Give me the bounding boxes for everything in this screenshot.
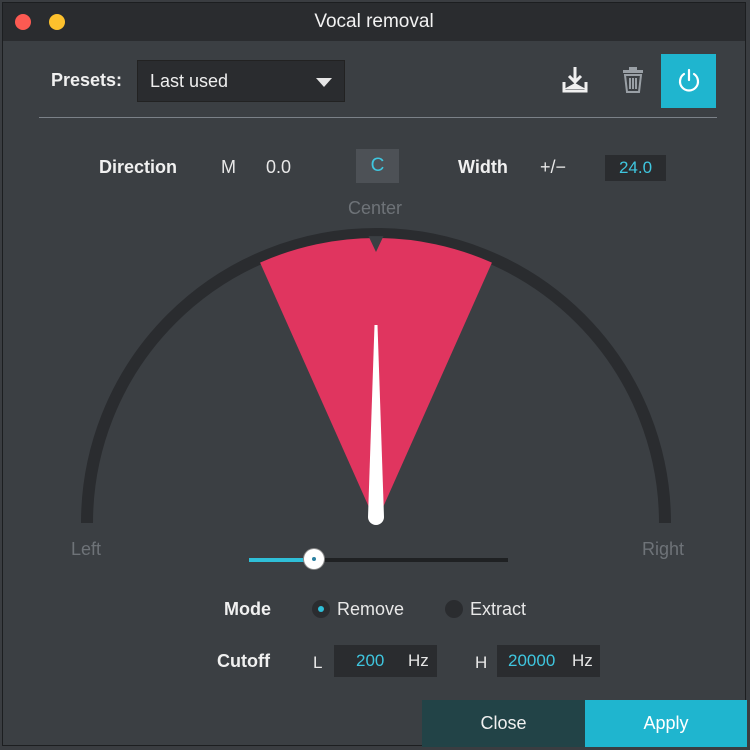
cutoff-low-unit: Hz xyxy=(408,651,429,670)
cutoff-high-prefix: H xyxy=(475,653,488,672)
close-button[interactable]: Close xyxy=(422,700,585,747)
mode-extract-radio[interactable] xyxy=(445,600,463,618)
mode-remove-label[interactable]: Remove xyxy=(337,599,404,620)
cutoff-low-field[interactable]: 200 Hz xyxy=(334,645,437,677)
cutoff-label: Cutoff xyxy=(217,651,270,671)
cutoff-low-value: 200 xyxy=(356,651,385,670)
mode-extract-label[interactable]: Extract xyxy=(470,599,526,620)
cutoff-high-field[interactable]: 20000 Hz xyxy=(497,645,600,677)
cutoff-low-prefix: L xyxy=(313,653,323,672)
cutoff-high-value: 20000 xyxy=(508,651,556,670)
stereo-dial[interactable] xyxy=(3,3,747,747)
cutoff-high-unit: Hz xyxy=(572,651,593,670)
mode-remove-radio[interactable] xyxy=(312,600,330,618)
mode-label: Mode xyxy=(224,599,271,619)
vocal-removal-window: Vocal removal Presets: Last used Directi… xyxy=(2,2,747,747)
apply-button[interactable]: Apply xyxy=(585,700,747,747)
